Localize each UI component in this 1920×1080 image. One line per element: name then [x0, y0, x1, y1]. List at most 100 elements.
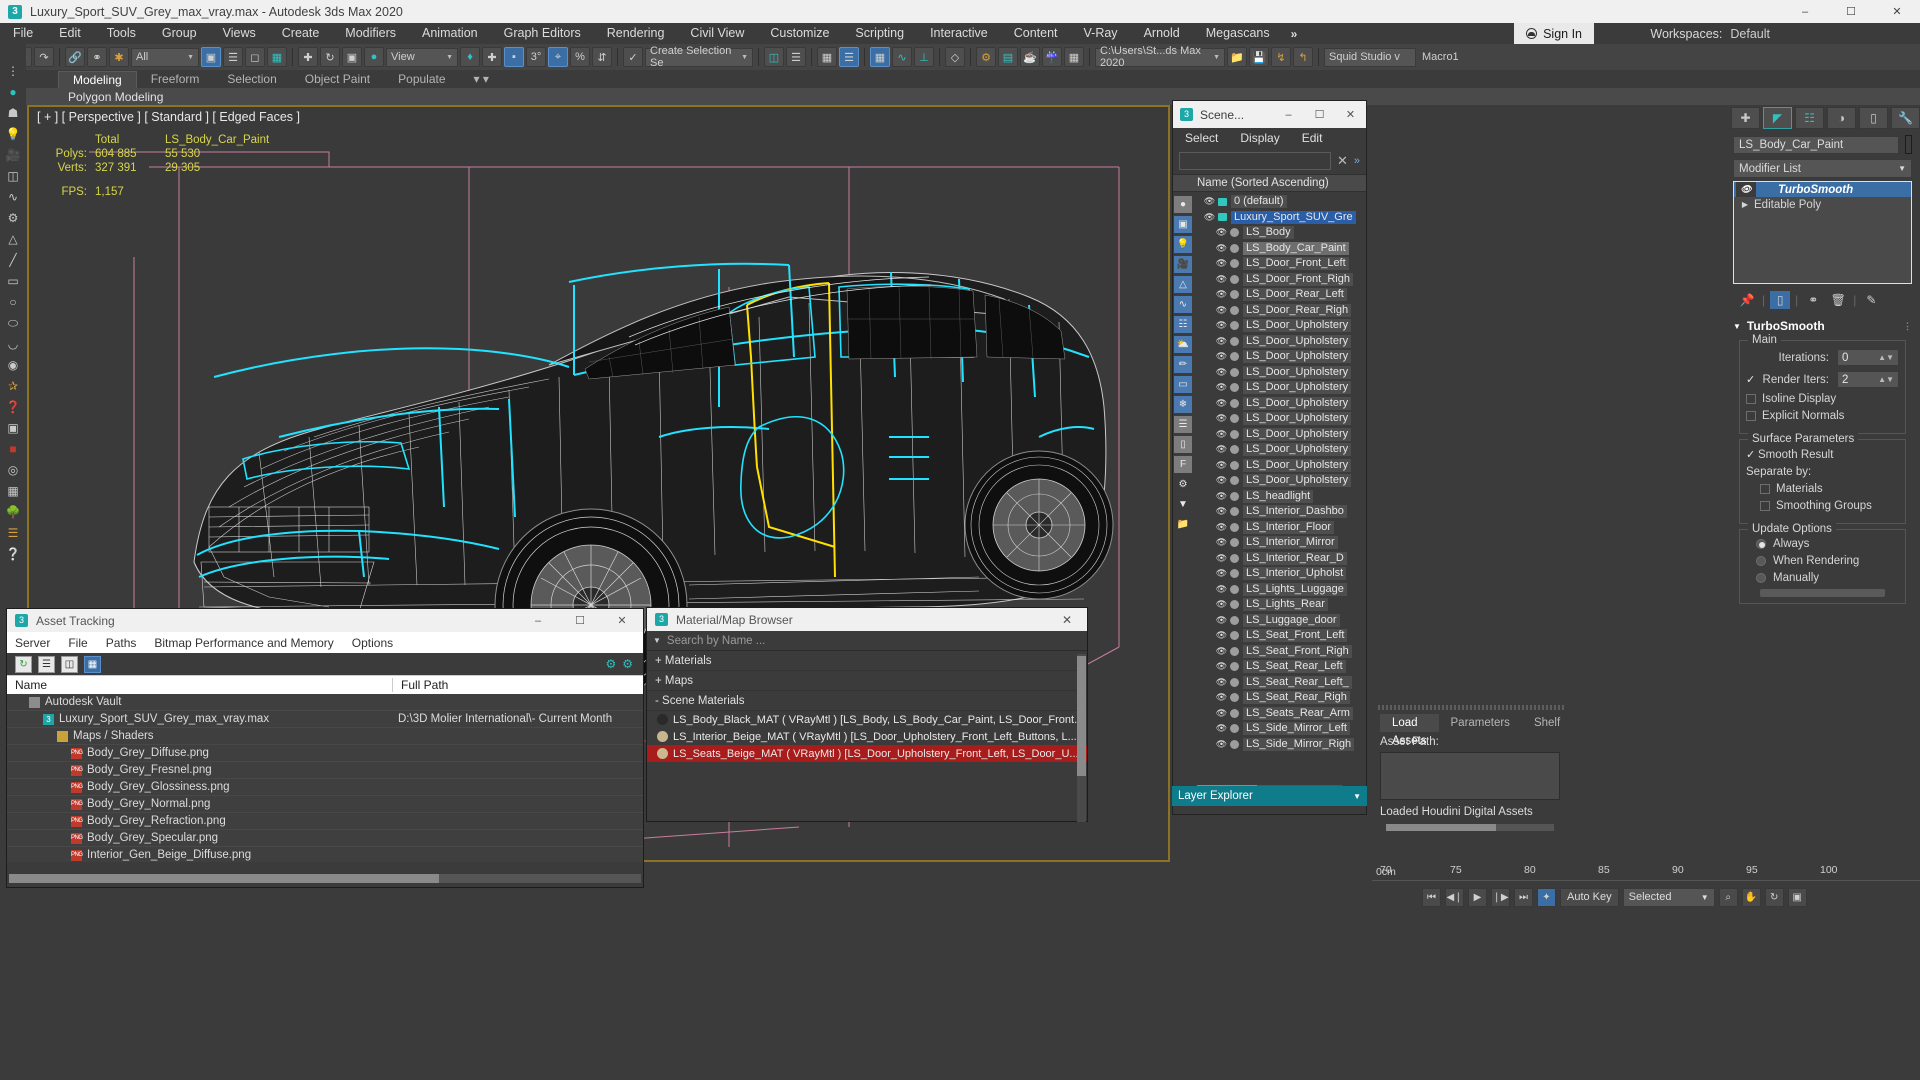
- create-tab-icon[interactable]: ✚: [1731, 107, 1760, 129]
- menu-animation[interactable]: Animation: [409, 23, 491, 44]
- ribbon-overflow-icon[interactable]: ▾ ▾: [460, 71, 503, 88]
- folder-icon[interactable]: 📁: [1173, 515, 1193, 534]
- asset-path-box[interactable]: [1380, 752, 1560, 800]
- select-geometry-icon[interactable]: ▣: [1173, 215, 1193, 234]
- scene-explorer-row[interactable]: 👁 LS_Door_Upholstery: [1195, 396, 1368, 412]
- hierarchy-tab-icon[interactable]: ☷: [1795, 107, 1824, 129]
- select-by-name-icon[interactable]: ☰: [223, 47, 243, 67]
- menu-interactive[interactable]: Interactive: [917, 23, 1001, 44]
- menu-scripting[interactable]: Scripting: [842, 23, 917, 44]
- asset-menu-server[interactable]: Server: [15, 636, 50, 650]
- refresh-icon[interactable]: ↻: [15, 655, 32, 673]
- visibility-eye-icon[interactable]: 👁: [1215, 398, 1228, 409]
- systems-icon[interactable]: ⚙: [3, 209, 23, 227]
- scene-explorer-row[interactable]: 👁 LS_Door_Upholstery: [1195, 473, 1368, 489]
- scene-explorer-row[interactable]: 👁 LS_Side_Mirror_Righ: [1195, 737, 1368, 753]
- auto-key-button[interactable]: Auto Key: [1560, 887, 1619, 907]
- when-rendering-radio[interactable]: [1756, 556, 1766, 566]
- menu-arnold[interactable]: Arnold: [1131, 23, 1193, 44]
- menu-views[interactable]: Views: [210, 23, 269, 44]
- clear-search-icon[interactable]: ✕: [1337, 153, 1348, 169]
- scene-explorer-maximize-button[interactable]: ☐: [1304, 101, 1335, 128]
- explicit-normals-checkbox[interactable]: [1746, 411, 1756, 421]
- asset-menu-bitmap-performance[interactable]: Bitmap Performance and Memory: [154, 636, 333, 650]
- scene-explorer-row[interactable]: 👁 LS_Seat_Rear_Left_: [1195, 675, 1368, 691]
- menu-edit[interactable]: Edit: [46, 23, 94, 44]
- workspaces-selector[interactable]: Workspaces: Default: [1650, 23, 1770, 44]
- visibility-eye-icon[interactable]: 👁: [1215, 429, 1228, 440]
- select-groups-icon[interactable]: ☷: [1173, 315, 1193, 334]
- filter-icon[interactable]: ▼: [1173, 495, 1193, 514]
- visibility-eye-icon[interactable]: 👁: [1215, 227, 1228, 238]
- scene-explorer-window[interactable]: 3 Scene... – ☐ ✕ Select Display Edit ✕ »…: [1172, 100, 1367, 815]
- filter-settings-icon[interactable]: ⚙: [1173, 475, 1193, 494]
- render-production-icon[interactable]: ☕: [1020, 47, 1040, 67]
- material-browser-search-row[interactable]: ▼ Search by Name ...: [647, 631, 1087, 651]
- visibility-eye-icon[interactable]: 👁: [1215, 320, 1228, 331]
- menu-overflow-icon[interactable]: »: [1283, 27, 1306, 41]
- scene-explorer-row[interactable]: 👁 LS_Lights_Rear: [1195, 597, 1368, 613]
- visibility-eye-icon[interactable]: 👁: [1215, 537, 1228, 548]
- ellipse-icon[interactable]: ⬭: [3, 314, 23, 332]
- orbit-view-icon[interactable]: ↻: [1764, 887, 1784, 907]
- turbosmooth-rollout-header[interactable]: ▼ TurboSmooth ⋮: [1733, 317, 1912, 335]
- visibility-eye-icon[interactable]: 👁: [1215, 444, 1228, 455]
- schematic-view-icon[interactable]: ⊥: [914, 47, 934, 67]
- update-option-always[interactable]: Always: [1756, 538, 1899, 550]
- help-icon[interactable]: ❔: [3, 545, 23, 563]
- rectangular-selection-region-icon[interactable]: ◻: [245, 47, 265, 67]
- scene-explorer-row[interactable]: 👁 LS_Seat_Rear_Left: [1195, 659, 1368, 675]
- asset-menu-file[interactable]: File: [68, 636, 87, 650]
- selection-level-combo[interactable]: Selected ▼: [1622, 887, 1715, 907]
- scene-explorer-row[interactable]: 👁 LS_Door_Front_Righ: [1195, 272, 1368, 288]
- manually-radio[interactable]: [1756, 573, 1766, 583]
- visibility-eye-icon[interactable]: 👁: [1215, 584, 1228, 595]
- reference-coordinate-combo[interactable]: View ▼: [386, 47, 458, 67]
- scene-explorer-minimize-button[interactable]: –: [1273, 101, 1304, 128]
- line-icon[interactable]: ╱: [3, 251, 23, 269]
- tab-load-assets[interactable]: Load Assets: [1380, 714, 1439, 747]
- material-browser-close-button[interactable]: ✕: [1047, 608, 1087, 631]
- scene-explorer-row[interactable]: 👁 LS_Interior_Mirror: [1195, 535, 1368, 551]
- smoothing-groups-checkbox[interactable]: [1760, 501, 1770, 511]
- menu-group[interactable]: Group: [149, 23, 210, 44]
- spacewarp-icon[interactable]: ∿: [3, 188, 23, 206]
- squid-studio-combo[interactable]: Squid Studio v: [1324, 47, 1416, 67]
- menu-vray[interactable]: V-Ray: [1071, 23, 1131, 44]
- visibility-eye-icon[interactable]: 👁: [1215, 243, 1228, 254]
- project-folder-combo[interactable]: C:\Users\St...ds Max 2020 ▼: [1095, 45, 1225, 69]
- export-file-icon[interactable]: ↰: [1293, 47, 1313, 67]
- material-editor-icon[interactable]: ◇: [945, 47, 965, 67]
- houdini-scrollbar[interactable]: [1386, 824, 1554, 831]
- asset-tracking-window[interactable]: 3 Asset Tracking – ☐ ✕ Server File Paths…: [6, 608, 644, 888]
- bind-to-space-warp-icon[interactable]: ✱: [109, 47, 129, 67]
- forest-pack-icon[interactable]: 🌳: [3, 503, 23, 521]
- spinner-arrows-icon[interactable]: ▲▼: [1878, 375, 1894, 384]
- modifier-visibility-icon[interactable]: 👁: [1736, 182, 1756, 197]
- text-icon[interactable]: ❓: [3, 398, 23, 416]
- selection-set-combo[interactable]: Create Selection Se ▼: [645, 45, 753, 69]
- visibility-eye-icon[interactable]: 👁: [1215, 336, 1228, 347]
- named-selection-icon[interactable]: ✓: [623, 47, 643, 67]
- remove-modifier-icon[interactable]: 🗑: [1828, 291, 1848, 309]
- modifier-stack-item-editable-poly[interactable]: ▶ Editable Poly: [1734, 197, 1911, 212]
- layer-explorer-icon[interactable]: ▦: [817, 47, 837, 67]
- menu-rendering[interactable]: Rendering: [594, 23, 678, 44]
- scene-explorer-list[interactable]: 👁 0 (default) 👁 Luxury_Sport_SUV_Gre 👁 LS_Bod…: [1195, 194, 1368, 779]
- menu-create[interactable]: Create: [269, 23, 333, 44]
- visibility-eye-icon[interactable]: 👁: [1215, 630, 1228, 641]
- table-row[interactable]: PNG Interior_Gen_Beige_Diffuse.png: [7, 847, 643, 862]
- toggle-freeze-icon[interactable]: ❄: [1173, 395, 1193, 414]
- asset-tracking-rows[interactable]: Autodesk Vault 3 Luxury_Sport_SUV_Grey_max…: [7, 694, 643, 862]
- scene-explorer-close-button[interactable]: ✕: [1335, 101, 1366, 128]
- helper-icon[interactable]: ◫: [3, 167, 23, 185]
- next-frame-icon[interactable]: ❘▶: [1491, 887, 1510, 907]
- light-icon[interactable]: 💡: [3, 125, 23, 143]
- update-option-when-rendering[interactable]: When Rendering: [1756, 555, 1899, 567]
- asset-settings-icon[interactable]: ⚙: [605, 657, 616, 671]
- smooth-result-row[interactable]: ✓ Smooth Result: [1746, 448, 1899, 462]
- visibility-eye-icon[interactable]: 👁: [1203, 212, 1216, 223]
- save-file-icon[interactable]: 💾: [1249, 47, 1269, 67]
- menu-customize[interactable]: Customize: [757, 23, 842, 44]
- section-materials[interactable]: + Materials: [647, 651, 1087, 671]
